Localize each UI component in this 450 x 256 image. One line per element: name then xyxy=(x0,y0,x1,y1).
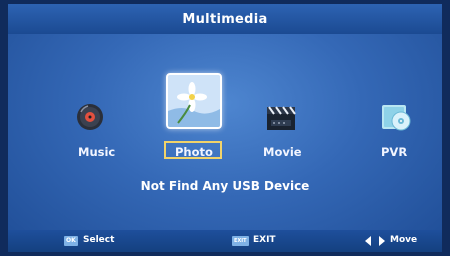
right-arrow-icon xyxy=(379,236,385,246)
exit-hint: EXIT xyxy=(253,235,276,245)
menu-label-pvr: PVR xyxy=(381,145,408,159)
photo-flower-icon xyxy=(168,75,220,127)
menu-item-movie[interactable] xyxy=(266,105,296,131)
select-hint: Select xyxy=(83,235,115,245)
usb-status-message: Not Find Any USB Device xyxy=(140,179,310,193)
menu-item-music[interactable] xyxy=(76,103,104,131)
menu-label-photo: Photo xyxy=(175,145,213,159)
title-bar: Multimedia xyxy=(8,4,442,34)
menu-item-pvr[interactable] xyxy=(381,103,411,133)
pvr-disc-icon xyxy=(382,105,411,131)
left-arrow-icon xyxy=(365,236,371,246)
menu-label-movie: Movie xyxy=(263,145,302,159)
move-hint: Move xyxy=(390,235,418,245)
menu-item-photo[interactable] xyxy=(166,73,222,129)
footer-bar: OK Select EXIT EXIT Move xyxy=(8,230,442,252)
music-disc-icon xyxy=(77,104,103,130)
ok-key-icon: OK xyxy=(64,236,78,246)
menu-label-music: Music xyxy=(78,145,116,159)
clapperboard-icon xyxy=(267,106,296,130)
page-title: Multimedia xyxy=(182,11,268,27)
multimedia-screen: Multimedia Music Photo Movie PVR Not Fin… xyxy=(8,4,442,252)
exit-key-icon: EXIT xyxy=(232,236,249,246)
